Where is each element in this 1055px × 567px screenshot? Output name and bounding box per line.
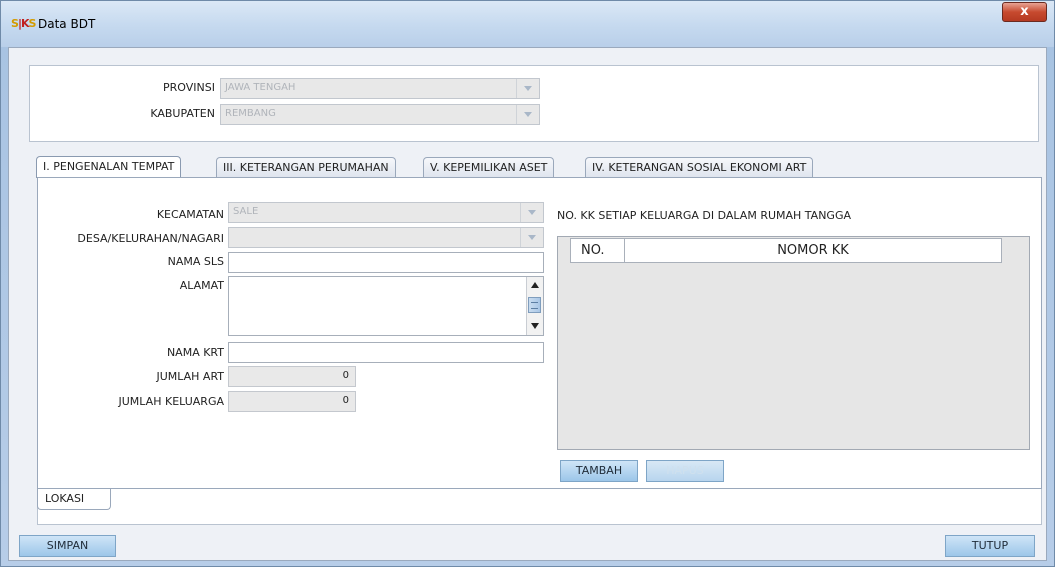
kecamatan-value: SALE xyxy=(233,206,259,217)
chevron-down-icon[interactable] xyxy=(520,228,543,247)
alamat-textarea[interactable] xyxy=(228,276,544,336)
tab-keterangan-perumahan[interactable]: III. KETERANGAN PERUMAHAN xyxy=(216,157,396,177)
title-bar: S|KS Data BDT x xyxy=(1,1,1054,47)
tab-pengenalan-tempat[interactable]: I. PENGENALAN TEMPAT xyxy=(36,156,182,178)
alamat-scrollbar[interactable] xyxy=(526,277,543,335)
kabupaten-value: REMBANG xyxy=(225,108,276,119)
tutup-button[interactable]: TUTUP xyxy=(945,535,1035,557)
bottom-tab-strip xyxy=(37,489,1042,525)
nama-krt-label: NAMA KRT xyxy=(166,346,224,359)
nama-sls-label: NAMA SLS xyxy=(167,255,224,268)
kabupaten-label: KABUPATEN xyxy=(150,107,215,120)
kk-table-header: NO. NOMOR KK xyxy=(570,238,1002,263)
tab-kepemilikan-aset[interactable]: V. KEPEMILIKAN ASET xyxy=(423,157,555,177)
jumlah-keluarga-field: 0 xyxy=(228,391,356,412)
tab-panel-pengenalan-tempat: KECAMATAN SALE DESA/KELURAHAN/NAGARI NAM… xyxy=(37,177,1042,489)
kecamatan-combobox[interactable]: SALE xyxy=(228,202,544,223)
nama-krt-input[interactable] xyxy=(228,342,544,363)
kecamatan-label: KECAMATAN xyxy=(156,208,224,221)
jumlah-keluarga-label: JUMLAH KELUARGA xyxy=(118,395,224,408)
jumlah-keluarga-value: 0 xyxy=(342,395,349,406)
chevron-down-icon[interactable] xyxy=(516,79,539,98)
client-area: PROVINSI JAWA TENGAH KABUPATEN REMBANG I… xyxy=(8,47,1047,561)
scroll-thumb[interactable] xyxy=(528,297,541,313)
nama-sls-input[interactable] xyxy=(228,252,544,273)
alamat-label: ALAMAT xyxy=(179,279,224,292)
chevron-down-icon[interactable] xyxy=(520,203,543,222)
simpan-button[interactable]: SIMPAN xyxy=(19,535,116,557)
tab-keterangan-sosial-ekonomi[interactable]: IV. KETERANGAN SOSIAL EKONOMI ART xyxy=(585,157,814,177)
jumlah-art-field: 0 xyxy=(228,366,356,387)
app-window: S|KS Data BDT x PROVINSI JAWA TENGAH KAB… xyxy=(0,0,1055,567)
provinsi-combobox[interactable]: JAWA TENGAH xyxy=(220,78,540,99)
kk-col-nomor-kk[interactable]: NOMOR KK xyxy=(625,239,1001,262)
chevron-down-icon[interactable] xyxy=(516,105,539,124)
window-title: Data BDT xyxy=(38,17,96,31)
provinsi-label: PROVINSI xyxy=(163,81,215,94)
kk-section-title: NO. KK SETIAP KELUARGA DI DALAM RUMAH TA… xyxy=(557,209,851,222)
kabupaten-combobox[interactable]: REMBANG xyxy=(220,104,540,125)
hapus-button[interactable]: HAPUS xyxy=(646,460,724,482)
scroll-down-icon[interactable] xyxy=(528,319,542,333)
kk-table[interactable]: NO. NOMOR KK xyxy=(557,236,1030,450)
tambah-button[interactable]: TAMBAH xyxy=(560,460,638,482)
desa-combobox[interactable] xyxy=(228,227,544,248)
close-window-button[interactable]: x xyxy=(1002,2,1047,22)
provinsi-value: JAWA TENGAH xyxy=(225,82,296,93)
kk-col-no[interactable]: NO. xyxy=(571,239,625,262)
region-panel: PROVINSI JAWA TENGAH KABUPATEN REMBANG xyxy=(29,65,1039,142)
jumlah-art-label: JUMLAH ART xyxy=(156,370,224,383)
desa-label: DESA/KELURAHAN/NAGARI xyxy=(77,232,224,245)
jumlah-art-value: 0 xyxy=(342,370,349,381)
app-logo: S|KS xyxy=(11,17,36,30)
tab-lokasi[interactable]: LOKASI xyxy=(37,489,111,510)
scroll-up-icon[interactable] xyxy=(528,278,542,292)
